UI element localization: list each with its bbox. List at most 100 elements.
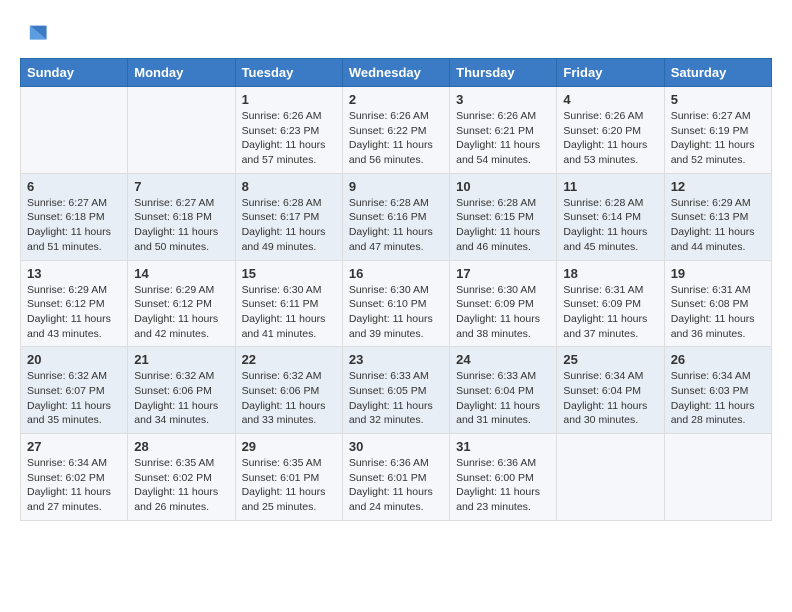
day-number: 15 xyxy=(242,266,336,281)
cell-info: Sunrise: 6:29 AM Sunset: 6:13 PM Dayligh… xyxy=(671,196,765,255)
calendar-cell: 15Sunrise: 6:30 AM Sunset: 6:11 PM Dayli… xyxy=(235,260,342,347)
calendar-cell: 22Sunrise: 6:32 AM Sunset: 6:06 PM Dayli… xyxy=(235,347,342,434)
page-header xyxy=(20,20,772,48)
logo-icon xyxy=(20,20,48,48)
day-header-wednesday: Wednesday xyxy=(342,59,449,87)
day-number: 5 xyxy=(671,92,765,107)
cell-info: Sunrise: 6:27 AM Sunset: 6:18 PM Dayligh… xyxy=(134,196,228,255)
calendar-cell: 17 Sunrise: 6:30 AM Sunset: 6:09 PM Dayli… xyxy=(450,260,557,347)
calendar-cell: 26 Sunrise: 6:34 AM Sunset: 6:03 PM Dayli… xyxy=(664,347,771,434)
calendar-cell: 6 Sunrise: 6:27 AM Sunset: 6:18 PM Daylig… xyxy=(21,173,128,260)
calendar-cell: 18 Sunrise: 6:31 AM Sunset: 6:09 PM Dayli… xyxy=(557,260,664,347)
cell-info: Sunrise: 6:36 AM Sunset: 6:00 PM Dayligh… xyxy=(456,456,550,515)
day-number: 13 xyxy=(27,266,121,281)
calendar-cell: 3Sunrise: 6:26 AM Sunset: 6:21 PM Daylig… xyxy=(450,87,557,174)
cell-info: Sunrise: 6:29 AM Sunset: 6:12 PM Dayligh… xyxy=(27,283,121,342)
day-number: 22 xyxy=(242,352,336,367)
cell-info: Sunrise: 6:35 AM Sunset: 6:02 PM Dayligh… xyxy=(134,456,228,515)
calendar-week-row: 20 Sunrise: 6:32 AM Sunset: 6:07 PM Dayli… xyxy=(21,347,772,434)
cell-info: Sunrise: 6:26 AM Sunset: 6:20 PM Dayligh… xyxy=(563,109,657,168)
day-number: 11 xyxy=(563,179,657,194)
cell-info: Sunrise: 6:34 AM Sunset: 6:04 PM Dayligh… xyxy=(563,369,657,428)
calendar-cell xyxy=(21,87,128,174)
calendar-cell: 21 Sunrise: 6:32 AM Sunset: 6:06 PM Dayli… xyxy=(128,347,235,434)
calendar-cell: 19 Sunrise: 6:31 AM Sunset: 6:08 PM Dayli… xyxy=(664,260,771,347)
day-header-saturday: Saturday xyxy=(664,59,771,87)
cell-info: Sunrise: 6:35 AM Sunset: 6:01 PM Dayligh… xyxy=(242,456,336,515)
calendar-cell: 11 Sunrise: 6:28 AM Sunset: 6:14 PM Dayli… xyxy=(557,173,664,260)
day-number: 1 xyxy=(242,92,336,107)
cell-info: Sunrise: 6:31 AM Sunset: 6:09 PM Dayligh… xyxy=(563,283,657,342)
day-number: 12 xyxy=(671,179,765,194)
calendar-cell: 5 Sunrise: 6:27 AM Sunset: 6:19 PM Daylig… xyxy=(664,87,771,174)
calendar-cell: 13 Sunrise: 6:29 AM Sunset: 6:12 PM Dayli… xyxy=(21,260,128,347)
calendar-cell: 30 Sunrise: 6:36 AM Sunset: 6:01 PM Dayli… xyxy=(342,434,449,521)
cell-info: Sunrise: 6:28 AM Sunset: 6:16 PM Dayligh… xyxy=(349,196,443,255)
cell-info: Sunrise: 6:32 AM Sunset: 6:06 PM Dayligh… xyxy=(134,369,228,428)
calendar-cell xyxy=(557,434,664,521)
day-number: 23 xyxy=(349,352,443,367)
calendar-cell: 24Sunrise: 6:33 AM Sunset: 6:04 PM Dayli… xyxy=(450,347,557,434)
logo xyxy=(20,20,52,48)
cell-info: Sunrise: 6:27 AM Sunset: 6:18 PM Dayligh… xyxy=(27,196,121,255)
day-header-sunday: Sunday xyxy=(21,59,128,87)
cell-info: Sunrise: 6:28 AM Sunset: 6:17 PM Dayligh… xyxy=(242,196,336,255)
cell-info: Sunrise: 6:26 AM Sunset: 6:22 PM Dayligh… xyxy=(349,109,443,168)
calendar-week-row: 13 Sunrise: 6:29 AM Sunset: 6:12 PM Dayli… xyxy=(21,260,772,347)
day-number: 10 xyxy=(456,179,550,194)
cell-info: Sunrise: 6:28 AM Sunset: 6:14 PM Dayligh… xyxy=(563,196,657,255)
day-number: 26 xyxy=(671,352,765,367)
day-number: 29 xyxy=(242,439,336,454)
calendar-cell: 9 Sunrise: 6:28 AM Sunset: 6:16 PM Daylig… xyxy=(342,173,449,260)
day-number: 2 xyxy=(349,92,443,107)
cell-info: Sunrise: 6:34 AM Sunset: 6:03 PM Dayligh… xyxy=(671,369,765,428)
calendar-cell: 4Sunrise: 6:26 AM Sunset: 6:20 PM Daylig… xyxy=(557,87,664,174)
day-number: 24 xyxy=(456,352,550,367)
calendar-cell: 10 Sunrise: 6:28 AM Sunset: 6:15 PM Dayli… xyxy=(450,173,557,260)
calendar-header-row: SundayMondayTuesdayWednesdayThursdayFrid… xyxy=(21,59,772,87)
day-number: 7 xyxy=(134,179,228,194)
day-number: 8 xyxy=(242,179,336,194)
day-number: 3 xyxy=(456,92,550,107)
day-number: 30 xyxy=(349,439,443,454)
calendar-cell: 25 Sunrise: 6:34 AM Sunset: 6:04 PM Dayli… xyxy=(557,347,664,434)
day-header-tuesday: Tuesday xyxy=(235,59,342,87)
calendar-cell: 31 Sunrise: 6:36 AM Sunset: 6:00 PM Dayli… xyxy=(450,434,557,521)
calendar-cell: 16Sunrise: 6:30 AM Sunset: 6:10 PM Dayli… xyxy=(342,260,449,347)
cell-info: Sunrise: 6:32 AM Sunset: 6:07 PM Dayligh… xyxy=(27,369,121,428)
day-number: 19 xyxy=(671,266,765,281)
cell-info: Sunrise: 6:27 AM Sunset: 6:19 PM Dayligh… xyxy=(671,109,765,168)
day-header-friday: Friday xyxy=(557,59,664,87)
day-number: 27 xyxy=(27,439,121,454)
calendar-cell: 14Sunrise: 6:29 AM Sunset: 6:12 PM Dayli… xyxy=(128,260,235,347)
calendar-cell: 7 Sunrise: 6:27 AM Sunset: 6:18 PM Daylig… xyxy=(128,173,235,260)
cell-info: Sunrise: 6:36 AM Sunset: 6:01 PM Dayligh… xyxy=(349,456,443,515)
day-number: 21 xyxy=(134,352,228,367)
day-header-monday: Monday xyxy=(128,59,235,87)
cell-info: Sunrise: 6:33 AM Sunset: 6:05 PM Dayligh… xyxy=(349,369,443,428)
day-number: 16 xyxy=(349,266,443,281)
day-header-thursday: Thursday xyxy=(450,59,557,87)
calendar-cell: 27 Sunrise: 6:34 AM Sunset: 6:02 PM Dayli… xyxy=(21,434,128,521)
day-number: 25 xyxy=(563,352,657,367)
day-number: 28 xyxy=(134,439,228,454)
calendar-cell: 1 Sunrise: 6:26 AM Sunset: 6:23 PM Daylig… xyxy=(235,87,342,174)
calendar-week-row: 1 Sunrise: 6:26 AM Sunset: 6:23 PM Daylig… xyxy=(21,87,772,174)
cell-info: Sunrise: 6:26 AM Sunset: 6:23 PM Dayligh… xyxy=(242,109,336,168)
day-number: 31 xyxy=(456,439,550,454)
calendar-cell: 2 Sunrise: 6:26 AM Sunset: 6:22 PM Daylig… xyxy=(342,87,449,174)
day-number: 17 xyxy=(456,266,550,281)
calendar-table: SundayMondayTuesdayWednesdayThursdayFrid… xyxy=(20,58,772,521)
cell-info: Sunrise: 6:30 AM Sunset: 6:09 PM Dayligh… xyxy=(456,283,550,342)
cell-info: Sunrise: 6:31 AM Sunset: 6:08 PM Dayligh… xyxy=(671,283,765,342)
day-number: 9 xyxy=(349,179,443,194)
day-number: 18 xyxy=(563,266,657,281)
day-number: 6 xyxy=(27,179,121,194)
calendar-week-row: 6 Sunrise: 6:27 AM Sunset: 6:18 PM Daylig… xyxy=(21,173,772,260)
calendar-cell: 28 Sunrise: 6:35 AM Sunset: 6:02 PM Dayli… xyxy=(128,434,235,521)
cell-info: Sunrise: 6:34 AM Sunset: 6:02 PM Dayligh… xyxy=(27,456,121,515)
calendar-cell: 29 Sunrise: 6:35 AM Sunset: 6:01 PM Dayli… xyxy=(235,434,342,521)
cell-info: Sunrise: 6:28 AM Sunset: 6:15 PM Dayligh… xyxy=(456,196,550,255)
calendar-cell: 12 Sunrise: 6:29 AM Sunset: 6:13 PM Dayli… xyxy=(664,173,771,260)
day-number: 20 xyxy=(27,352,121,367)
